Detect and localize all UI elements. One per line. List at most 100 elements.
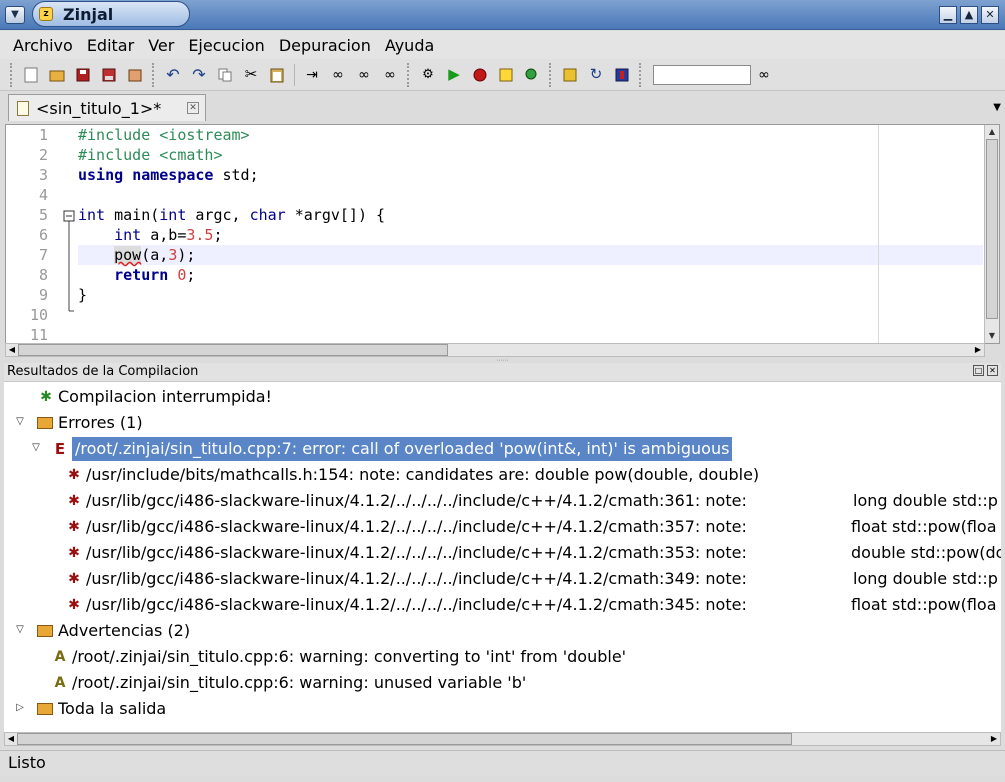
tree-item-warnings[interactable]: Advertencias (2) (37, 619, 190, 643)
status-bar: Listo (0, 750, 1005, 776)
paste-icon[interactable] (266, 64, 288, 86)
note-row[interactable]: ✱ /usr/lib/gcc/i486-slackware-linux/4.1.… (68, 567, 747, 591)
code-line[interactable]: #include <cmath> (78, 145, 983, 165)
scroll-right-icon[interactable]: ▶ (988, 733, 1000, 745)
tab-list-icon[interactable]: ▼ (993, 102, 1001, 113)
toolbar-grip[interactable] (407, 62, 411, 87)
warning-icon: A (54, 649, 66, 665)
help-icon[interactable] (611, 64, 633, 86)
debug-icon[interactable] (495, 64, 517, 86)
maximize-button[interactable]: ▲ (960, 6, 978, 24)
toolbar-grip[interactable] (10, 62, 14, 87)
note-continuation: float std::pow(floa (851, 595, 997, 614)
code-line[interactable] (78, 325, 983, 343)
code-line[interactable]: int a,b=3.5; (78, 225, 983, 245)
menu-ejecucion[interactable]: Ejecucion (181, 36, 272, 55)
close-tab-icon[interactable]: ✕ (187, 102, 199, 114)
menu-depuracion[interactable]: Depuracion (272, 36, 378, 55)
tab-sin-titulo-1[interactable]: <sin_titulo_1>* ✕ (8, 94, 206, 121)
code-line[interactable] (78, 185, 983, 205)
tree-item-interrupted[interactable]: ✱ Compilacion interrumpida! (40, 385, 272, 409)
menu-ayuda[interactable]: Ayuda (378, 36, 441, 55)
scroll-up-icon[interactable]: ▲ (985, 125, 999, 139)
menu-editar[interactable]: Editar (80, 36, 141, 55)
scroll-right-icon[interactable]: ▶ (972, 344, 984, 356)
code-line[interactable]: } (78, 285, 983, 305)
find-prev-icon[interactable]: ∞ (353, 64, 375, 86)
code-area[interactable]: #include <iostream> #include <cmath> using… (78, 125, 983, 343)
copy-icon[interactable] (214, 64, 236, 86)
editor-horizontal-scrollbar[interactable]: ◀ ▶ (5, 343, 985, 357)
warning-row[interactable]: A /root/.zinjai/sin_titulo.cpp:6: warnin… (54, 645, 627, 669)
scroll-left-icon[interactable]: ◀ (6, 344, 18, 356)
scroll-down-icon[interactable]: ▼ (985, 329, 999, 343)
collapse-warnings-icon[interactable]: ▽ (14, 624, 26, 635)
find-next-icon[interactable]: ∞ (379, 64, 401, 86)
code-token: ); (177, 246, 196, 264)
scroll-thumb[interactable] (18, 344, 448, 356)
open-file-icon[interactable] (46, 64, 68, 86)
stop-icon[interactable] (469, 64, 491, 86)
success-star-icon: ✱ (40, 389, 52, 405)
save-icon[interactable] (72, 64, 94, 86)
run-icon[interactable]: ▶ (443, 64, 465, 86)
menu-ver[interactable]: Ver (141, 36, 181, 55)
cut-icon[interactable]: ✂ (240, 64, 262, 86)
options-icon[interactable] (559, 64, 581, 86)
tree-item-all-output[interactable]: Toda la salida (37, 697, 166, 721)
search-icon[interactable]: ∞ (753, 64, 775, 86)
panel-close-icon[interactable]: ✕ (987, 365, 998, 376)
refresh-icon[interactable]: ↻ (585, 64, 607, 86)
code-line[interactable] (78, 305, 983, 325)
warning-icon: A (54, 675, 66, 691)
code-line[interactable]: using namespace std; (78, 165, 983, 185)
warning-row[interactable]: A /root/.zinjai/sin_titulo.cpp:6: warnin… (54, 671, 527, 695)
redo-icon[interactable]: ↷ (188, 64, 210, 86)
close-file-icon[interactable] (124, 64, 146, 86)
tree-item-errors[interactable]: Errores (1) (37, 411, 143, 435)
note-row[interactable]: ✱ /usr/lib/gcc/i486-slackware-linux/4.1.… (68, 541, 747, 565)
line-number: 6 (38, 226, 48, 244)
search-input[interactable] (653, 64, 751, 85)
scroll-thumb[interactable] (986, 139, 998, 319)
indent-icon[interactable]: ⇥ (301, 64, 323, 86)
note-star-icon: ✱ (68, 467, 80, 483)
undo-icon[interactable]: ↶ (162, 64, 184, 86)
compile-icon[interactable]: ⚙ (417, 64, 439, 86)
menu-archivo[interactable]: Archivo (6, 36, 80, 55)
note-star-icon: ✱ (68, 571, 80, 587)
scroll-thumb[interactable] (17, 733, 792, 745)
code-editor[interactable]: 1 2 3 4 5 6 7 8 9 10 11 #include <iostream> #includ… (5, 124, 1000, 344)
note-row[interactable]: ✱ /usr/include/bits/mathcalls.h:154: not… (68, 463, 759, 487)
collapse-errors-icon[interactable]: ▽ (14, 416, 26, 427)
close-window-button[interactable]: ✕ (981, 6, 999, 24)
toolbar-grip[interactable] (549, 62, 553, 87)
find-icon[interactable]: ∞ (327, 64, 349, 86)
collapse-error-icon[interactable]: ▽ (30, 442, 42, 453)
tree-item-error[interactable]: E /root/.zinjai/sin_titulo.cpp:7: error:… (54, 437, 733, 461)
window-menu-button[interactable]: ▼ (5, 6, 25, 24)
note-row[interactable]: ✱ /usr/lib/gcc/i486-slackware-linux/4.1.… (68, 515, 747, 539)
note-row[interactable]: ✱ /usr/lib/gcc/i486-slackware-linux/4.1.… (68, 593, 747, 617)
code-token: *argv[]) { (285, 206, 386, 224)
panel-restore-icon[interactable]: □ (973, 365, 984, 376)
scroll-left-icon[interactable]: ◀ (5, 733, 17, 745)
inspect-icon[interactable] (521, 64, 543, 86)
code-line[interactable]: pow(a,3); (78, 245, 983, 265)
note-continuation: double std::pow(do (851, 543, 1001, 562)
code-line[interactable]: #include <iostream> (78, 125, 983, 145)
toolbar-grip[interactable] (152, 62, 156, 87)
code-token: argc, (186, 206, 250, 224)
editor-vertical-scrollbar[interactable]: ▲ ▼ (984, 125, 999, 343)
note-star-icon: ✱ (68, 519, 80, 535)
save-as-icon[interactable] (98, 64, 120, 86)
new-file-icon[interactable] (20, 64, 42, 86)
results-horizontal-scrollbar[interactable]: ◀ ▶ (4, 732, 1001, 746)
expand-all-output-icon[interactable]: ▷ (14, 702, 26, 713)
toolbar-grip[interactable] (639, 62, 643, 87)
minimize-button[interactable]: ▁ (939, 6, 957, 24)
note-row[interactable]: ✱ /usr/lib/gcc/i486-slackware-linux/4.1.… (68, 489, 747, 513)
code-line[interactable]: return 0; (78, 265, 983, 285)
code-line[interactable]: int main(int argc, char *argv[]) { (78, 205, 983, 225)
